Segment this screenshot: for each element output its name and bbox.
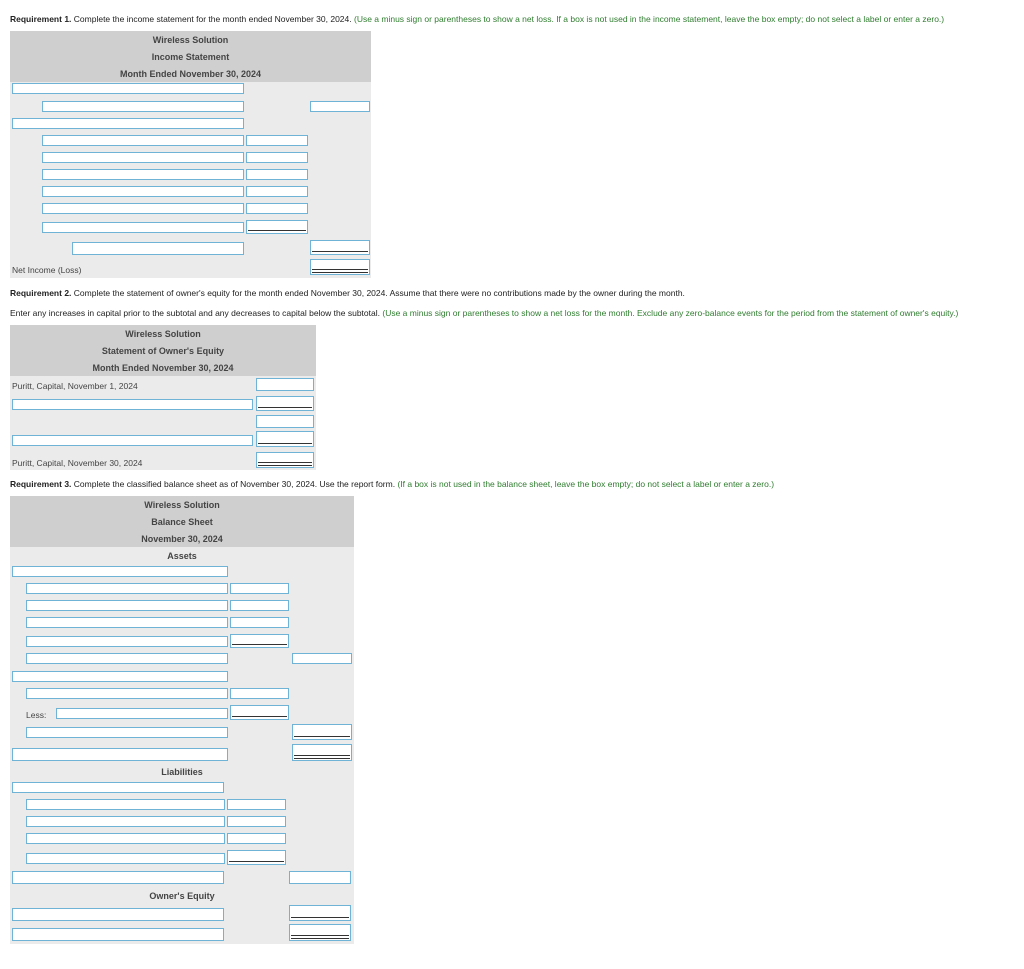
label-select[interactable] (26, 617, 228, 628)
beginning-capital-label: Puritt, Capital, November 1, 2024 (12, 381, 138, 391)
requirement-2-instructions: Enter any increases in capital prior to … (10, 308, 959, 318)
total-liabilities-equity-input[interactable] (289, 924, 351, 941)
label-select[interactable] (12, 908, 224, 921)
statement-title: Statement of Owner's Equity (101, 346, 225, 356)
liabilities-heading: Liabilities (161, 767, 203, 777)
statement-title: Income Statement (151, 52, 230, 62)
ending-capital-label: Puritt, Capital, November 30, 2024 (12, 458, 143, 468)
total-amount-input[interactable] (310, 240, 370, 255)
amount-input[interactable] (230, 600, 289, 611)
amount-input[interactable] (246, 203, 308, 214)
total-label-select[interactable] (72, 242, 244, 255)
statement-period: Month Ended November 30, 2024 (119, 69, 262, 79)
ending-capital-input[interactable] (256, 452, 314, 468)
company-name: Wireless Solution (144, 500, 220, 510)
label-select[interactable] (12, 435, 253, 446)
label-select[interactable] (42, 203, 244, 214)
amount-input[interactable] (227, 816, 286, 827)
label-select[interactable] (42, 222, 244, 233)
label-select[interactable] (26, 688, 228, 699)
amount-input[interactable] (230, 583, 289, 594)
label-select[interactable] (12, 399, 253, 410)
amount-input[interactable] (230, 634, 289, 648)
less-label: Less: (26, 710, 47, 720)
owners-equity-panel: Wireless Solution Statement of Owner's E… (10, 325, 316, 470)
amount-input[interactable] (227, 799, 286, 810)
beginning-capital-input[interactable] (256, 378, 314, 391)
label-select[interactable] (26, 853, 225, 864)
assets-heading: Assets (167, 551, 197, 561)
amount-input[interactable] (246, 169, 308, 180)
label-select[interactable] (26, 583, 228, 594)
amount-input[interactable] (246, 152, 308, 163)
label-select[interactable] (12, 83, 244, 94)
label-select[interactable] (42, 152, 244, 163)
requirement-1-text: Requirement 1. Complete the income state… (10, 14, 945, 24)
label-select[interactable] (12, 671, 228, 682)
amount-input[interactable] (246, 220, 308, 234)
total-liabilities-input[interactable] (289, 871, 351, 884)
company-name: Wireless Solution (152, 35, 229, 45)
amount-input[interactable] (256, 396, 314, 411)
label-select[interactable] (26, 600, 228, 611)
contra-label-select[interactable] (56, 708, 228, 719)
amount-input[interactable] (292, 724, 352, 740)
total-amount-input[interactable] (292, 653, 352, 664)
label-select[interactable] (12, 782, 224, 793)
statement-period: Month Ended November 30, 2024 (92, 363, 234, 373)
amount-input[interactable] (227, 850, 286, 865)
label-select[interactable] (26, 799, 225, 810)
label-select[interactable] (12, 566, 228, 577)
company-name: Wireless Solution (125, 329, 201, 339)
amount-input[interactable] (246, 186, 308, 197)
total-assets-input[interactable] (292, 744, 352, 761)
total-liabilities-equity-label-select[interactable] (12, 928, 224, 941)
label-select[interactable] (42, 135, 244, 146)
income-statement-panel: Wireless Solution Income Statement Month… (10, 31, 371, 278)
owners-equity-heading: Owner's Equity (149, 891, 215, 901)
total-assets-label-select[interactable] (12, 748, 228, 761)
amount-input[interactable] (256, 431, 314, 447)
contra-amount-input[interactable] (230, 705, 289, 720)
balance-sheet-panel: Wireless Solution Balance Sheet November… (10, 496, 354, 944)
requirement-2-text: Requirement 2. Complete the statement of… (10, 288, 685, 298)
label-select[interactable] (26, 636, 228, 647)
total-liabilities-label-select[interactable] (12, 871, 224, 884)
label-select[interactable] (26, 833, 225, 844)
amount-input[interactable] (230, 688, 289, 699)
statement-date: November 30, 2024 (141, 534, 223, 544)
amount-input[interactable] (289, 905, 351, 921)
label-select[interactable] (42, 186, 244, 197)
statement-title: Balance Sheet (151, 517, 213, 527)
label-select[interactable] (42, 169, 244, 180)
requirement-3-text: Requirement 3. Complete the classified b… (10, 479, 775, 489)
label-select[interactable] (26, 816, 225, 827)
amount-input[interactable] (310, 101, 370, 112)
subtotal-input[interactable] (256, 415, 314, 428)
label-select[interactable] (42, 101, 244, 112)
label-select[interactable] (26, 727, 228, 738)
total-label-select[interactable] (26, 653, 228, 664)
amount-input[interactable] (230, 617, 289, 628)
income-statement-header: Wireless Solution Income Statement Month… (10, 31, 371, 82)
amount-input[interactable] (227, 833, 286, 844)
balance-sheet-header: Wireless Solution Balance Sheet November… (10, 496, 354, 547)
owners-equity-header: Wireless Solution Statement of Owner's E… (10, 325, 316, 376)
net-income-input[interactable] (310, 259, 370, 275)
label-select[interactable] (12, 118, 244, 129)
net-income-label: Net Income (Loss) (12, 265, 82, 275)
amount-input[interactable] (246, 135, 308, 146)
